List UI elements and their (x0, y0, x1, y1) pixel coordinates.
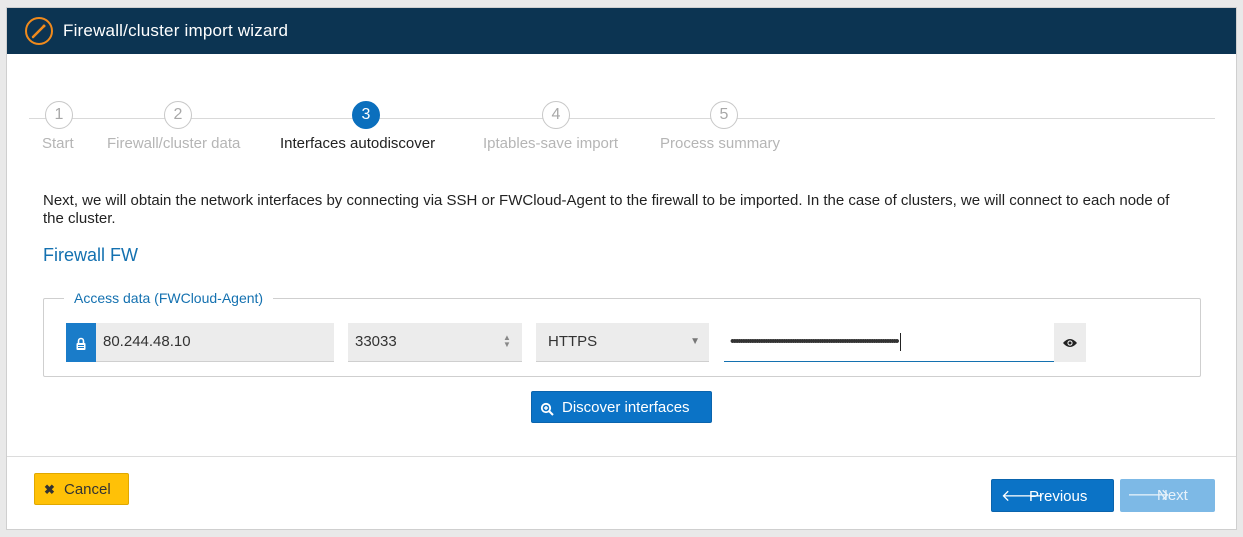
next-button[interactable]: 🡒 Next (1120, 479, 1215, 512)
access-data-fieldset: Access data (FWCloud-Agent) 80.244.48.10… (43, 290, 1201, 377)
window-title: Firewall/cluster import wizard (63, 21, 289, 40)
arrow-right-icon: 🡒 (1127, 487, 1170, 504)
stepper-line (29, 118, 1215, 119)
step-number: 3 (352, 101, 380, 129)
step-label: Process summary (660, 135, 781, 152)
firewall-name: Firewall FW (43, 245, 138, 265)
dropdown-arrow-icon: ▼ (690, 336, 700, 347)
password-mask: ••••••••••••••••••••••••••••••••••••••••… (730, 333, 900, 350)
arrow-left-icon: 🡐 (1001, 488, 1044, 505)
discover-interfaces-button[interactable]: Discover interfaces (531, 391, 712, 423)
eye-icon[interactable] (1054, 323, 1086, 362)
spinner-icon[interactable]: ▲ ▼ (502, 334, 512, 350)
step-label: Firewall/cluster data (107, 135, 241, 152)
text-caret (899, 333, 901, 352)
discover-label: Discover interfaces (562, 399, 690, 416)
wand-icon (25, 17, 53, 45)
host-input[interactable]: 80.244.48.10 (96, 323, 334, 362)
step-number: 2 (164, 101, 192, 129)
step-number: 1 (45, 101, 73, 129)
cancel-button[interactable]: ✖ Cancel (34, 473, 129, 505)
protocol-select[interactable]: HTTPS ▼ (536, 323, 709, 362)
cancel-label: Cancel (64, 481, 111, 498)
network-lock-icon (66, 323, 96, 362)
access-data-legend: Access data (FWCloud-Agent) (64, 290, 274, 306)
wizard-dialog: Firewall/cluster import wizard 1 Start 2… (6, 7, 1237, 530)
intro-text: Next, we will obtain the network interfa… (43, 192, 1170, 227)
title-bar: Firewall/cluster import wizard (7, 8, 1236, 54)
previous-button[interactable]: 🡐 Previous (991, 479, 1114, 512)
search-plus-icon (540, 392, 554, 424)
step-label: Interfaces autodiscover (280, 135, 436, 152)
password-input[interactable]: ••••••••••••••••••••••••••••••••••••••••… (724, 323, 1054, 362)
footer-divider (7, 456, 1236, 457)
port-value: 33033 (355, 333, 397, 350)
host-input-group: 80.244.48.10 (66, 323, 334, 362)
step-number: 5 (710, 101, 738, 129)
step-label: Start (42, 135, 74, 152)
protocol-value: HTTPS (548, 333, 598, 350)
step-label: Iptables-save import (483, 135, 619, 152)
port-input[interactable]: 33033 ▲ ▼ (348, 323, 522, 362)
close-icon: ✖ (44, 482, 55, 497)
step-number: 4 (542, 101, 570, 129)
